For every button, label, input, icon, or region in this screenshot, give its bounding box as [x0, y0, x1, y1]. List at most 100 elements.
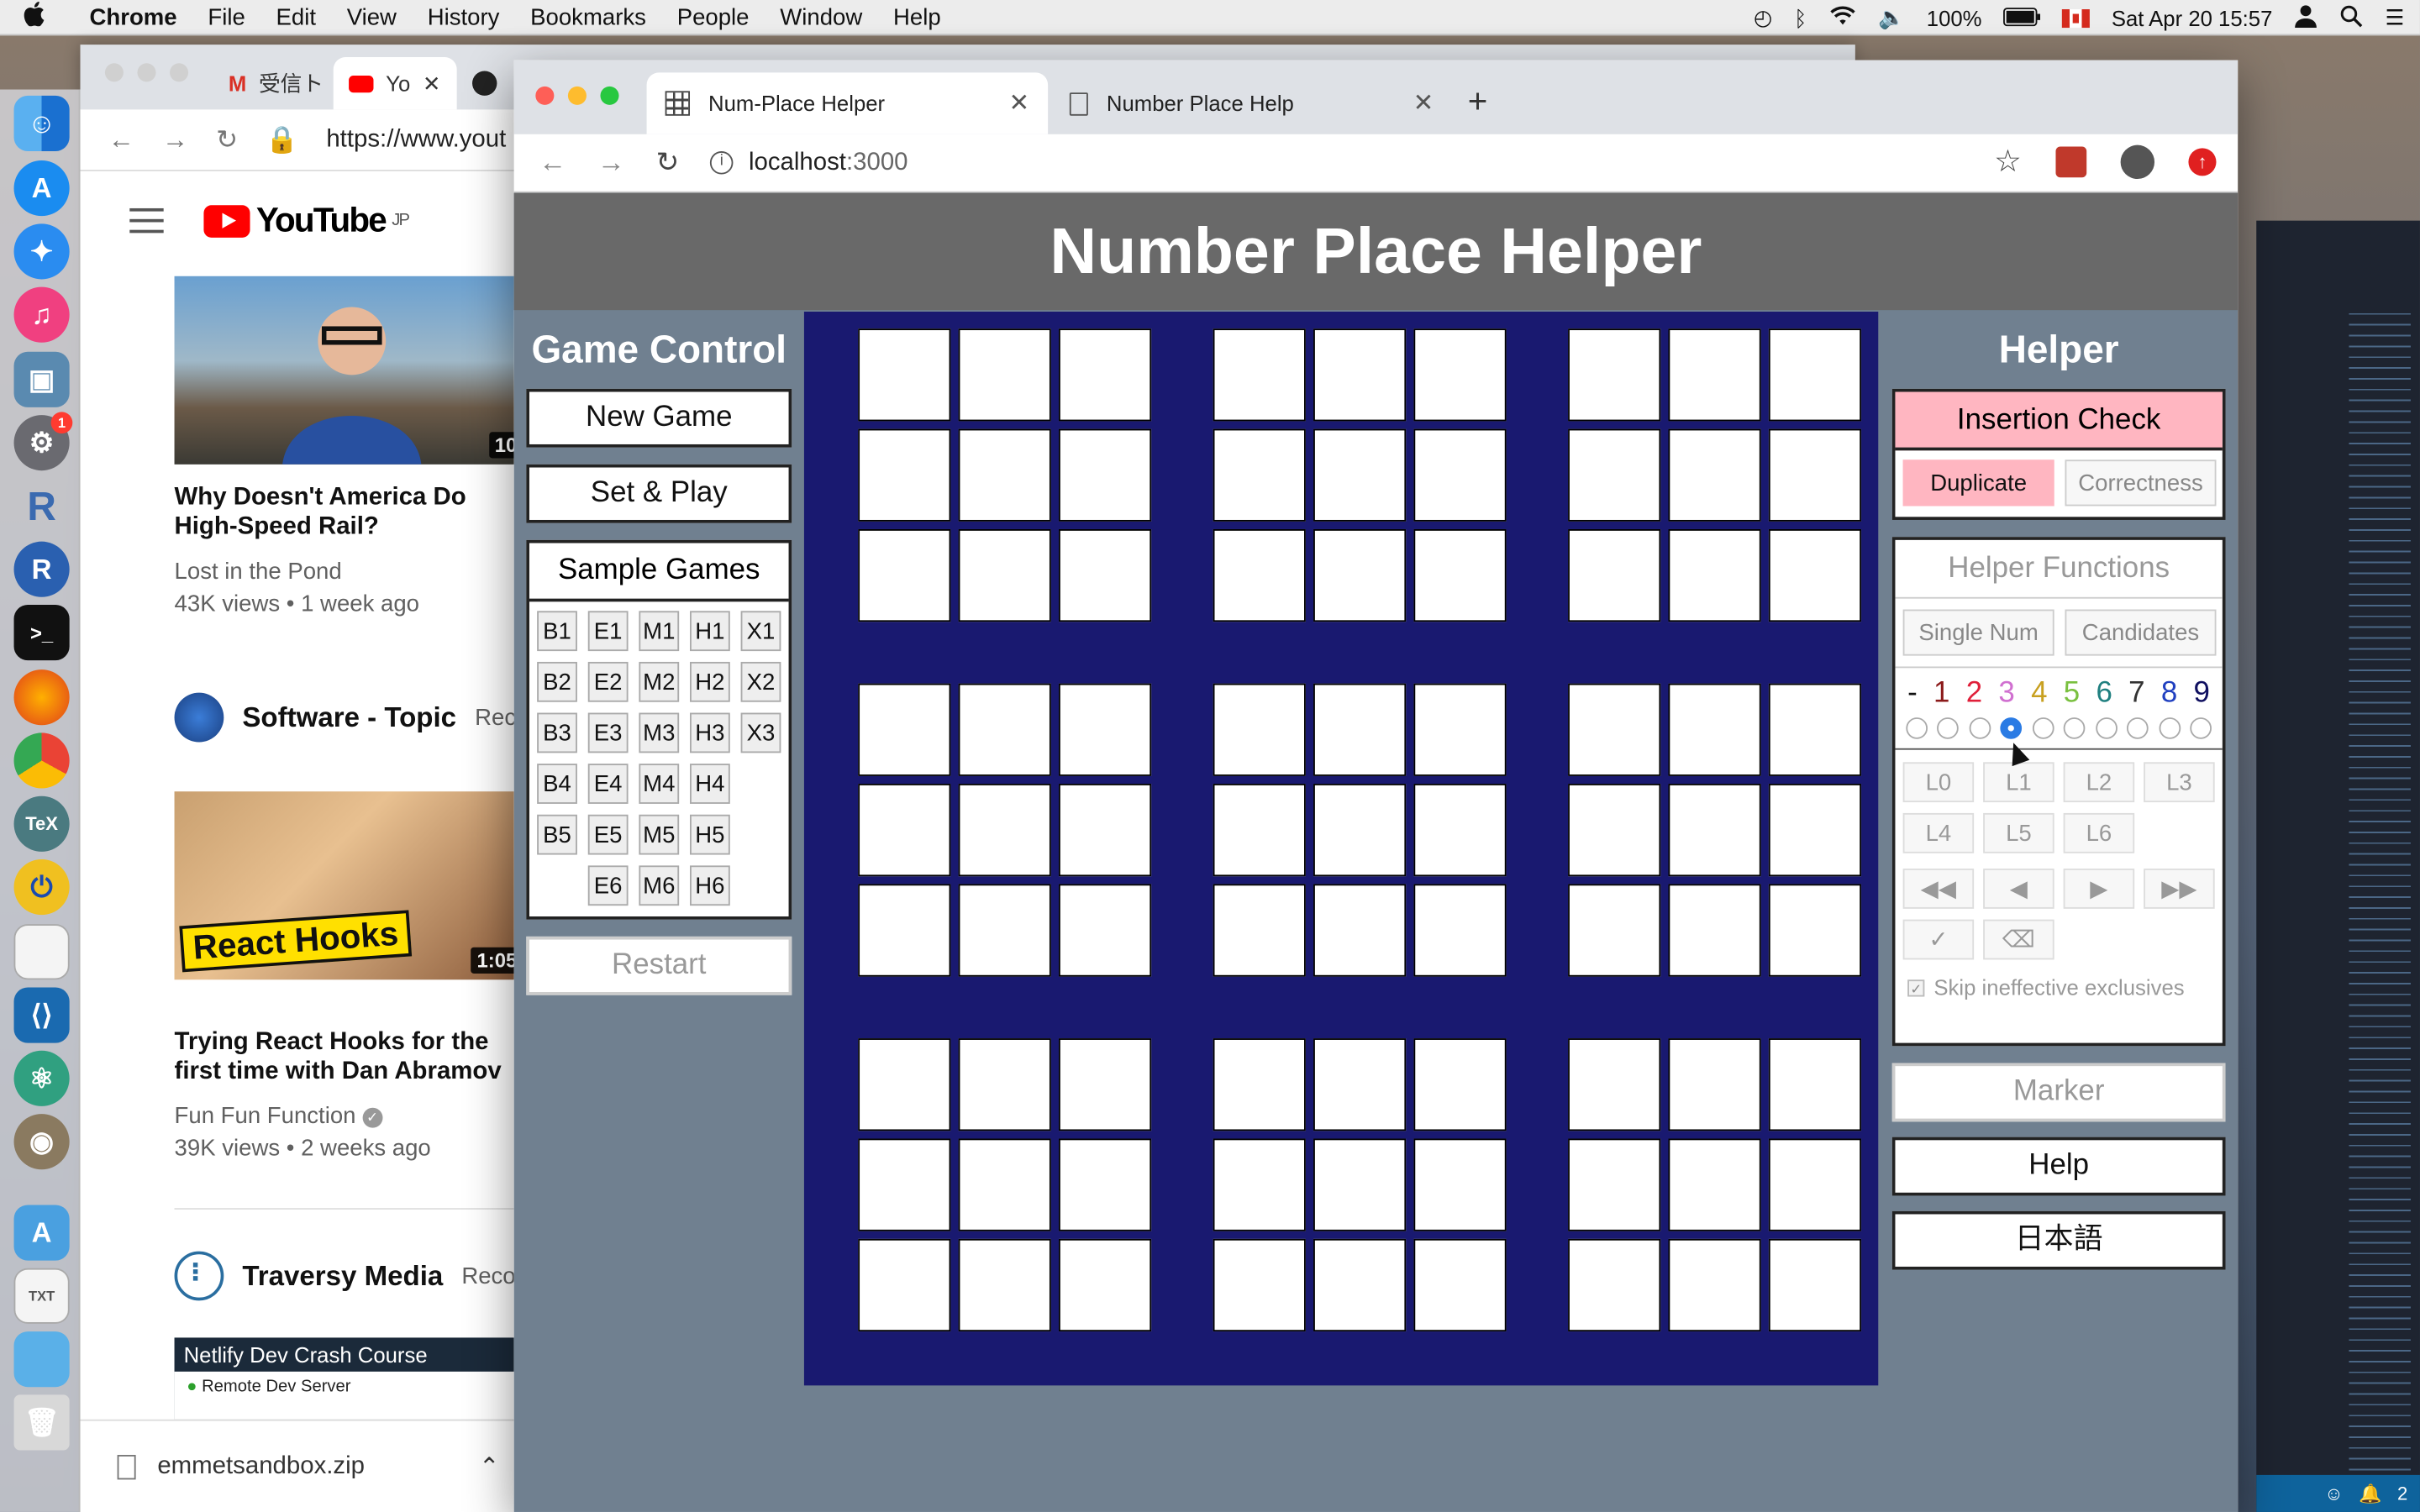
youtube-logo[interactable]: YouTube JP [203, 201, 410, 241]
board-cell[interactable] [1568, 328, 1661, 422]
board-cell[interactable] [858, 884, 951, 977]
reload-icon[interactable]: ↻ [656, 146, 680, 179]
board-cell[interactable] [1568, 683, 1661, 776]
board-cell[interactable] [1058, 528, 1152, 622]
bell-icon[interactable]: 🔔 [2359, 1483, 2381, 1504]
back-icon[interactable]: ← [108, 124, 134, 155]
level-button[interactable]: L4 [1902, 812, 1975, 853]
level-button[interactable]: L2 [2063, 762, 2135, 803]
board-cell[interactable] [1668, 428, 1761, 522]
tab-number-place-help[interactable]: Number Place Help ✕ [1051, 72, 1453, 134]
shelf-header[interactable]: ⠇ Traversy Media Reco [174, 1251, 516, 1301]
board-cell[interactable] [1768, 1038, 1862, 1131]
board-cell[interactable] [1413, 683, 1507, 776]
board-cell[interactable] [1668, 528, 1761, 622]
helper-functions-title[interactable]: Helper Functions [1895, 540, 2223, 599]
sample-game-button[interactable]: X2 [740, 661, 781, 702]
board-cell[interactable] [1668, 328, 1761, 422]
board-cell[interactable] [858, 428, 951, 522]
preview-icon[interactable]: ▣ [13, 351, 70, 407]
board-cell[interactable] [1058, 428, 1152, 522]
level-button[interactable]: L5 [1983, 812, 2054, 853]
apple-icon[interactable] [0, 1, 68, 34]
shelf-header[interactable]: Software - Topic Rec [174, 692, 516, 743]
board-cell[interactable] [1413, 328, 1507, 422]
sample-game-button[interactable]: H5 [690, 814, 730, 855]
board-cell[interactable] [1568, 1038, 1661, 1131]
hamburger-menu-icon[interactable] [129, 207, 164, 234]
board-cell[interactable] [1568, 528, 1661, 622]
bookmark-star-icon[interactable]: ☆ [1994, 146, 2022, 177]
skip-ineffective-option[interactable]: ✓ Skip ineffective exclusives [1895, 969, 2222, 1042]
board-cell[interactable] [958, 1138, 1051, 1231]
video-thumbnail[interactable]: 10 [174, 276, 529, 465]
video-thumbnail[interactable]: React Hooks 1:05 [174, 791, 529, 980]
board-cell[interactable] [1413, 1038, 1507, 1131]
check-icon[interactable]: ✓ [1902, 919, 1975, 960]
address-bar[interactable]: i localhost:3000 [710, 149, 908, 176]
chrome-icon[interactable] [13, 732, 70, 789]
digit-radio[interactable] [2190, 717, 2212, 739]
board-cell[interactable] [1568, 428, 1661, 522]
sample-game-button[interactable]: M1 [639, 611, 680, 652]
sample-game-button[interactable]: H4 [690, 764, 730, 804]
board-cell[interactable] [1213, 1038, 1306, 1131]
board-cell[interactable] [858, 528, 951, 622]
spotlight-search-icon[interactable] [2340, 4, 2364, 32]
sample-game-button[interactable]: B1 [537, 611, 577, 652]
board-cell[interactable] [858, 784, 951, 877]
textedit-icon[interactable] [13, 924, 70, 980]
last-step-icon[interactable]: ▶▶ [2144, 869, 2215, 909]
eraser-icon[interactable]: ⌫ [1983, 919, 2054, 960]
digit-radio[interactable] [2158, 717, 2181, 739]
sample-game-button[interactable]: H3 [690, 712, 730, 753]
digit-radio[interactable] [2095, 717, 2118, 739]
menu-bookmarks[interactable]: Bookmarks [515, 4, 662, 30]
previous-step-icon[interactable]: ◀ [1983, 869, 2054, 909]
digit-radio[interactable] [2064, 717, 2086, 739]
level-button[interactable]: L0 [1902, 762, 1975, 803]
menu-history[interactable]: History [412, 4, 514, 30]
close-window-icon[interactable] [535, 86, 555, 105]
board-cell[interactable] [858, 1038, 951, 1131]
forward-icon[interactable]: → [597, 146, 625, 179]
sample-game-button[interactable]: X1 [740, 611, 781, 652]
menu-people[interactable]: People [661, 4, 765, 30]
board-cell[interactable] [1413, 1138, 1507, 1231]
board-cell[interactable] [1768, 784, 1862, 877]
board-cell[interactable] [1213, 328, 1306, 422]
digit-radio[interactable] [2000, 717, 2023, 739]
chevron-up-icon[interactable]: ⌃ [479, 1451, 500, 1482]
reload-icon[interactable]: ↻ [216, 124, 238, 155]
wifi-icon[interactable] [1828, 5, 1856, 29]
board-cell[interactable] [858, 1138, 951, 1231]
sample-game-button[interactable]: E2 [587, 661, 629, 702]
board-cell[interactable] [1313, 683, 1407, 776]
level-button[interactable]: L1 [1983, 762, 2054, 803]
board-cell[interactable] [1668, 1138, 1761, 1231]
sample-game-button[interactable]: B5 [537, 814, 577, 855]
board-cell[interactable] [1313, 1238, 1407, 1332]
notification-center-icon[interactable]: ☰ [2386, 5, 2405, 31]
board-cell[interactable] [1313, 528, 1407, 622]
smiley-icon[interactable]: ☺ [2324, 1483, 2344, 1504]
board-cell[interactable] [958, 528, 1051, 622]
set-and-play-button[interactable]: Set & Play [526, 464, 792, 523]
board-cell[interactable] [1768, 1238, 1862, 1332]
digit-radio[interactable] [2127, 717, 2149, 739]
bluetooth-icon[interactable]: ᛒ [1794, 5, 1807, 29]
sample-game-button[interactable]: X3 [740, 712, 781, 753]
folder-icon[interactable] [13, 1331, 70, 1388]
sample-game-button[interactable]: H1 [690, 611, 730, 652]
info-icon[interactable]: i [710, 150, 734, 175]
board-cell[interactable] [1213, 784, 1306, 877]
board-cell[interactable] [1413, 784, 1507, 877]
board-cell[interactable] [1768, 683, 1862, 776]
restart-button[interactable]: Restart [526, 936, 792, 995]
board-cell[interactable] [1213, 884, 1306, 977]
applications-folder-icon[interactable]: A [13, 1205, 70, 1261]
system-preferences-icon[interactable]: ⚙ 1 [13, 412, 73, 471]
close-tab-icon[interactable]: ✕ [423, 71, 441, 97]
forward-icon[interactable]: → [162, 124, 188, 155]
menu-file[interactable]: File [192, 4, 260, 30]
